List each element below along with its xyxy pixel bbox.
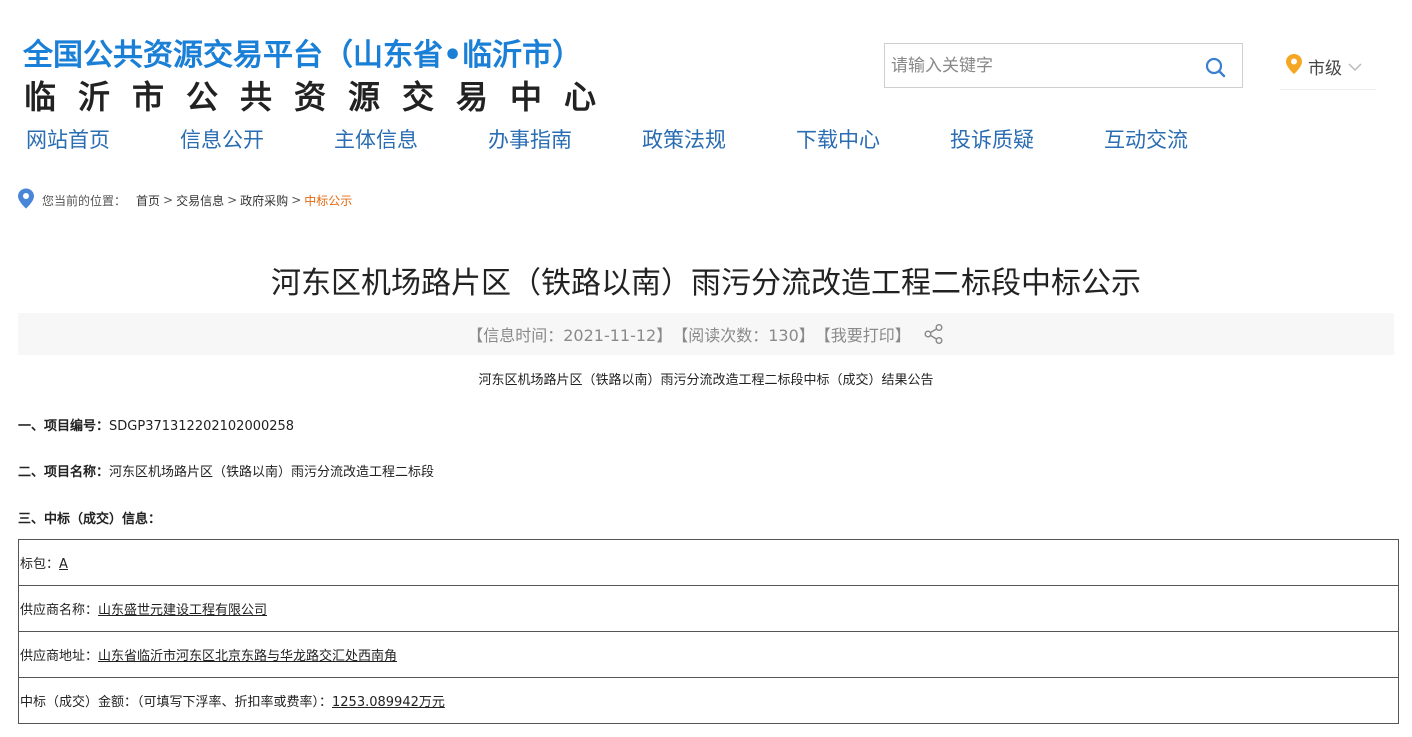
project-name-line: 二、项目名称：河东区机场路片区（铁路以南）雨污分流改造工程二标段 xyxy=(18,461,434,480)
location-pin-icon xyxy=(18,188,34,212)
nav-item-interaction[interactable]: 互动交流 xyxy=(1104,124,1188,154)
project-number-value: SDGP371312202102000258 xyxy=(109,419,295,434)
project-name-label: 二、项目名称： xyxy=(18,465,110,480)
view-count: 【阅读次数：130】 xyxy=(672,326,815,345)
search-box xyxy=(884,43,1243,88)
site-subtitle: 临沂市公共资源交易中心 xyxy=(24,78,619,116)
row-label: 标包： xyxy=(20,557,60,572)
breadcrumb-gov-procurement[interactable]: 政府采购 xyxy=(240,192,288,209)
location-pin-icon xyxy=(1286,54,1302,78)
info-time: 【信息时间：2021-11-12】 xyxy=(467,326,673,345)
announcement-subtitle: 河东区机场路片区（铁路以南）雨污分流改造工程二标段中标（成交）结果公告 xyxy=(478,373,934,388)
region-selector[interactable]: 市级 xyxy=(1280,43,1376,90)
supplier-address-value: 山东省临沂市河东区北京东路与华龙路交汇处西南角 xyxy=(98,649,398,664)
search-icon[interactable] xyxy=(1204,56,1228,80)
table-cell: 中标（成交）金额：（可填写下浮率、折扣率或费率）：1253.089942万元 xyxy=(18,677,1399,724)
table-row: 供应商地址：山东省临沂市河东区北京东路与华龙路交汇处西南角 xyxy=(18,631,1399,678)
nav-item-entity-info[interactable]: 主体信息 xyxy=(334,124,418,154)
table-row: 供应商名称：山东盛世元建设工程有限公司 xyxy=(18,585,1399,632)
award-info-heading: 三、中标（成交）信息： xyxy=(18,508,161,527)
table-cell: 标包：A xyxy=(18,539,1399,586)
award-info-label: 三、中标（成交）信息： xyxy=(18,512,162,527)
table-row: 中标（成交）金额：（可填写下浮率、折扣率或费率）：1253.089942万元 xyxy=(18,677,1399,724)
award-amount-value: 1253.089942万元 xyxy=(332,695,445,710)
nav-item-policies[interactable]: 政策法规 xyxy=(642,124,726,154)
article-meta: 【信息时间：2021-11-12】 【阅读次数：130】 【我要打印】 xyxy=(18,313,1394,355)
breadcrumb: 您当前的位置： 首页 > 交易信息 > 政府采购 > 中标公示 xyxy=(18,188,352,212)
nav-item-home[interactable]: 网站首页 xyxy=(26,124,110,154)
nav-item-service-guide[interactable]: 办事指南 xyxy=(488,124,572,154)
breadcrumb-award-notice[interactable]: 中标公示 xyxy=(304,192,352,209)
row-label: 中标（成交）金额：（可填写下浮率、折扣率或费率）： xyxy=(20,695,333,710)
row-label: 供应商名称： xyxy=(20,603,99,618)
nav-item-downloads[interactable]: 下载中心 xyxy=(796,124,880,154)
table-row: 标包：A xyxy=(18,539,1399,586)
main-nav: 网站首页 信息公开 主体信息 办事指南 政策法规 下载中心 投诉质疑 互动交流 xyxy=(0,124,1412,158)
table-cell: 供应商地址：山东省临沂市河东区北京东路与华龙路交汇处西南角 xyxy=(18,631,1399,678)
chevron-down-icon xyxy=(1348,57,1362,76)
row-label: 供应商地址： xyxy=(20,649,99,664)
search-input[interactable] xyxy=(891,54,1191,78)
site-title: 全国公共资源交易平台（山东省•临沂市） xyxy=(23,38,583,73)
lot-value: A xyxy=(59,557,68,572)
nav-item-info-disclosure[interactable]: 信息公开 xyxy=(180,124,264,154)
breadcrumb-prefix: 您当前的位置： xyxy=(42,193,127,208)
print-link[interactable]: 【我要打印】 xyxy=(815,322,911,346)
table-cell: 供应商名称：山东盛世元建设工程有限公司 xyxy=(18,585,1399,632)
article-title: 河东区机场路片区（铁路以南）雨污分流改造工程二标段中标公示 xyxy=(271,266,1141,301)
breadcrumb-trade-info[interactable]: 交易信息 xyxy=(176,192,224,209)
region-label: 市级 xyxy=(1308,58,1342,79)
nav-item-complaints[interactable]: 投诉质疑 xyxy=(950,124,1034,154)
award-table: 标包：A 供应商名称：山东盛世元建设工程有限公司 供应商地址：山东省临沂市河东区… xyxy=(18,539,1399,724)
project-number-label: 一、项目编号： xyxy=(18,419,110,434)
share-icon[interactable] xyxy=(923,323,945,345)
supplier-name-value: 山东盛世元建设工程有限公司 xyxy=(98,603,268,618)
project-number-line: 一、项目编号：SDGP371312202102000258 xyxy=(18,415,294,434)
breadcrumb-home[interactable]: 首页 xyxy=(136,192,160,209)
project-name-value: 河东区机场路片区（铁路以南）雨污分流改造工程二标段 xyxy=(109,465,435,480)
